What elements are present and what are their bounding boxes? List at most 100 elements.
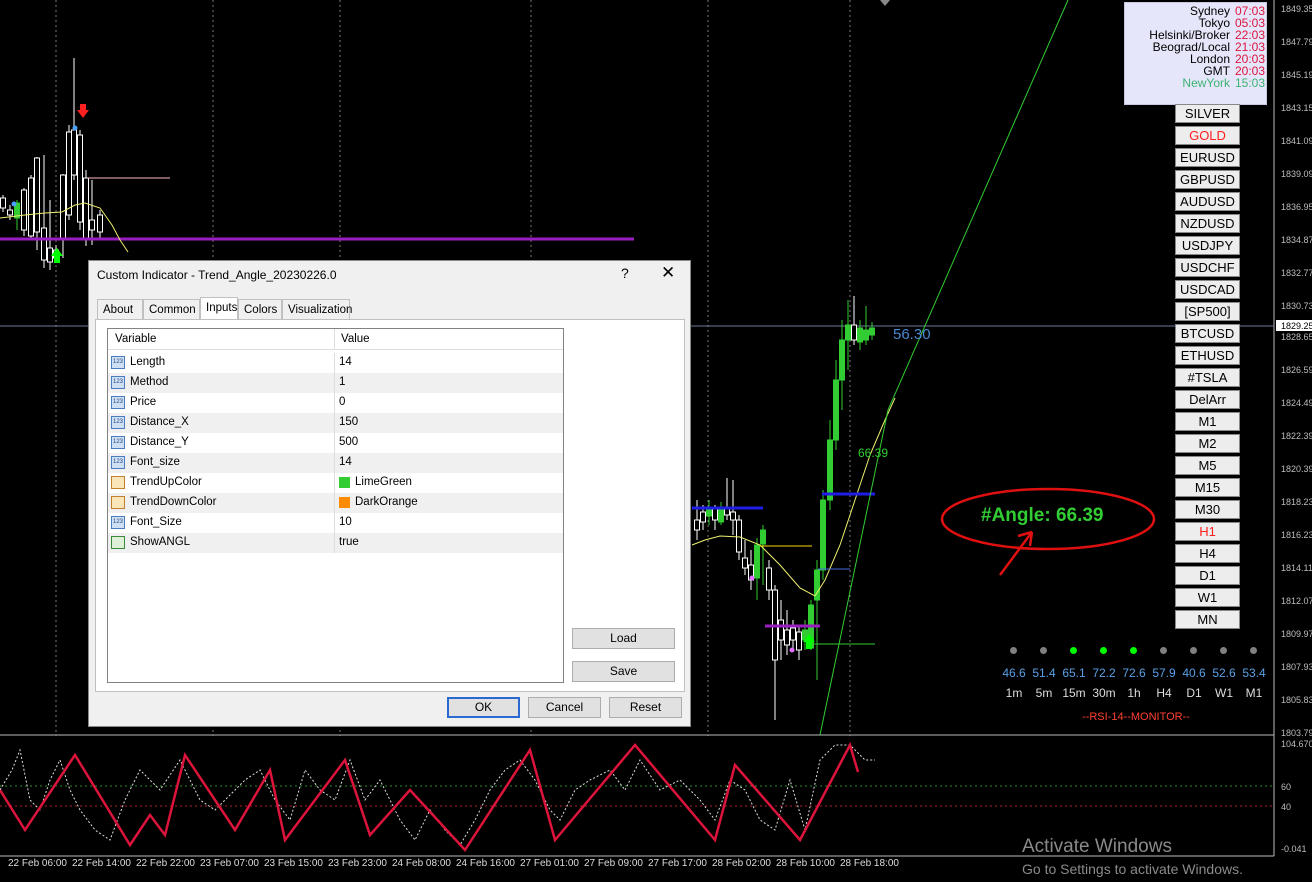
column-separator bbox=[334, 453, 335, 473]
tab-colors[interactable]: Colors bbox=[238, 299, 282, 319]
symbol-button-sp500[interactable]: [SP500] bbox=[1175, 302, 1240, 321]
input-row-price[interactable]: 123 Price 0 bbox=[108, 393, 563, 413]
symbol-button-eurusd[interactable]: EURUSD bbox=[1175, 148, 1240, 167]
input-row-showangl[interactable]: ShowANGL true bbox=[108, 533, 563, 553]
symbol-button-h1[interactable]: H1 bbox=[1175, 522, 1240, 541]
signal-dot bbox=[11, 201, 17, 207]
candle-body bbox=[851, 324, 857, 341]
symbol-button-m15[interactable]: M15 bbox=[1175, 478, 1240, 497]
symbol-button-tsla[interactable]: #TSLA bbox=[1175, 368, 1240, 387]
price-label: 1845.19 bbox=[1281, 70, 1312, 80]
activation-watermark-subtitle: Go to Settings to activate Windows. bbox=[1022, 861, 1243, 877]
symbol-button-usdchf[interactable]: USDCHF bbox=[1175, 258, 1240, 277]
symbol-button-m1[interactable]: M1 bbox=[1175, 412, 1240, 431]
column-separator bbox=[334, 373, 335, 393]
rsi-axis-label: 40 bbox=[1281, 802, 1292, 812]
dialog-title: Custom Indicator - Trend_Angle_20230226.… bbox=[97, 268, 337, 282]
rsi-value: 52.6 bbox=[1212, 666, 1236, 680]
symbol-button-ethusd[interactable]: ETHUSD bbox=[1175, 346, 1240, 365]
close-icon[interactable]: ✕ bbox=[661, 263, 675, 283]
symbol-button-d1[interactable]: D1 bbox=[1175, 566, 1240, 585]
price-label: 1822.39 bbox=[1281, 431, 1312, 441]
symbol-button-m30[interactable]: M30 bbox=[1175, 500, 1240, 519]
symbol-button-mn[interactable]: MN bbox=[1175, 610, 1240, 629]
numeric-param-icon: 123 bbox=[111, 416, 125, 429]
help-button[interactable]: ? bbox=[621, 265, 629, 281]
input-row-trenddowncolor[interactable]: TrendDownColor DarkOrange bbox=[108, 493, 563, 513]
candle-body bbox=[857, 327, 863, 343]
rsi-axis-label: -0.041 bbox=[1281, 844, 1307, 854]
input-row-length[interactable]: 123 Length 14 bbox=[108, 353, 563, 373]
rsi-timeframe: 15m bbox=[1062, 686, 1086, 700]
input-row-method[interactable]: 123 Method 1 bbox=[108, 373, 563, 393]
candle-body bbox=[796, 631, 802, 651]
candle-body bbox=[7, 209, 13, 216]
symbol-button-m2[interactable]: M2 bbox=[1175, 434, 1240, 453]
tab-about[interactable]: About bbox=[97, 299, 143, 319]
time-label: 28 Feb 18:00 bbox=[840, 858, 899, 869]
input-row-font-size[interactable]: 123 Font_Size 10 bbox=[108, 513, 563, 533]
param-value: 500 bbox=[339, 436, 359, 448]
symbol-button-silver[interactable]: SILVER bbox=[1175, 104, 1240, 123]
param-value: 14 bbox=[339, 356, 352, 368]
save-button[interactable]: Save bbox=[572, 661, 675, 682]
column-separator[interactable] bbox=[334, 329, 335, 349]
candle-body bbox=[97, 214, 103, 233]
input-row-distance-y[interactable]: 123 Distance_Y 500 bbox=[108, 433, 563, 453]
candle-body bbox=[34, 157, 40, 233]
candle-body bbox=[66, 131, 72, 216]
symbol-button-nzdusd[interactable]: NZDUSD bbox=[1175, 214, 1240, 233]
symbol-button-gbpusd[interactable]: GBPUSD bbox=[1175, 170, 1240, 189]
color-param-icon bbox=[111, 476, 125, 489]
angle-line-label: 56.30 bbox=[893, 326, 931, 343]
rsi-timeframe: 1m bbox=[1005, 686, 1023, 700]
tab-common[interactable]: Common bbox=[143, 299, 200, 319]
candle-body bbox=[827, 439, 833, 501]
price-label: 1829.25 bbox=[1281, 321, 1312, 331]
param-value: LimeGreen bbox=[355, 476, 412, 488]
cancel-button[interactable]: Cancel bbox=[528, 697, 601, 718]
price-label: 1814.11 bbox=[1281, 563, 1312, 573]
reset-button[interactable]: Reset bbox=[609, 697, 682, 718]
price-label: 1836.95 bbox=[1281, 202, 1312, 212]
param-value: 0 bbox=[339, 396, 346, 408]
numeric-param-icon: 123 bbox=[111, 456, 125, 469]
tab-inputs[interactable]: Inputs bbox=[200, 297, 238, 320]
tab-visualization[interactable]: Visualization bbox=[282, 299, 352, 319]
rsi-value: 72.2 bbox=[1092, 666, 1116, 680]
column-variable: Variable bbox=[115, 333, 157, 345]
candle-body bbox=[778, 619, 784, 641]
symbol-button-m5[interactable]: M5 bbox=[1175, 456, 1240, 475]
rsi-signal-line bbox=[0, 744, 875, 846]
input-row-distance-x[interactable]: 123 Distance_X 150 bbox=[108, 413, 563, 433]
price-label: 1820.39 bbox=[1281, 464, 1312, 474]
symbol-button-h4[interactable]: H4 bbox=[1175, 544, 1240, 563]
rsi-value: 57.9 bbox=[1152, 666, 1176, 680]
rsi-axis-label: 60 bbox=[1281, 782, 1292, 792]
candle-body bbox=[820, 499, 826, 571]
column-separator bbox=[334, 413, 335, 433]
price-label: 1841.09 bbox=[1281, 136, 1312, 146]
candle-body bbox=[41, 227, 47, 261]
signal-dot bbox=[789, 647, 795, 653]
symbol-button-gold[interactable]: GOLD bbox=[1175, 126, 1240, 145]
load-button[interactable]: Load bbox=[572, 628, 675, 649]
numeric-param-icon: 123 bbox=[111, 516, 125, 529]
symbol-button-audusd[interactable]: AUDUSD bbox=[1175, 192, 1240, 211]
rsi-status-dot bbox=[1130, 647, 1137, 654]
price-label: 1834.87 bbox=[1281, 235, 1312, 245]
symbol-button-usdjpy[interactable]: USDJPY bbox=[1175, 236, 1240, 255]
symbol-button-delarr[interactable]: DelArr bbox=[1175, 390, 1240, 409]
time-label: 22 Feb 14:00 bbox=[72, 858, 131, 869]
ok-button[interactable]: OK bbox=[447, 697, 520, 718]
input-row-trendupcolor[interactable]: TrendUpColor LimeGreen bbox=[108, 473, 563, 493]
param-value: 150 bbox=[339, 416, 359, 428]
input-row-font-size[interactable]: 123 Font_size 14 bbox=[108, 453, 563, 473]
symbol-button-w1[interactable]: W1 bbox=[1175, 588, 1240, 607]
param-name: Distance_X bbox=[130, 416, 189, 428]
candle-body bbox=[845, 324, 851, 341]
symbol-button-usdcad[interactable]: USDCAD bbox=[1175, 280, 1240, 299]
symbol-button-btcusd[interactable]: BTCUSD bbox=[1175, 324, 1240, 343]
world-clock-panel: Sydney 07:03 Tokyo 05:03 Helsinki/Broker 22:0… bbox=[1124, 2, 1267, 105]
candle-body bbox=[766, 567, 772, 591]
